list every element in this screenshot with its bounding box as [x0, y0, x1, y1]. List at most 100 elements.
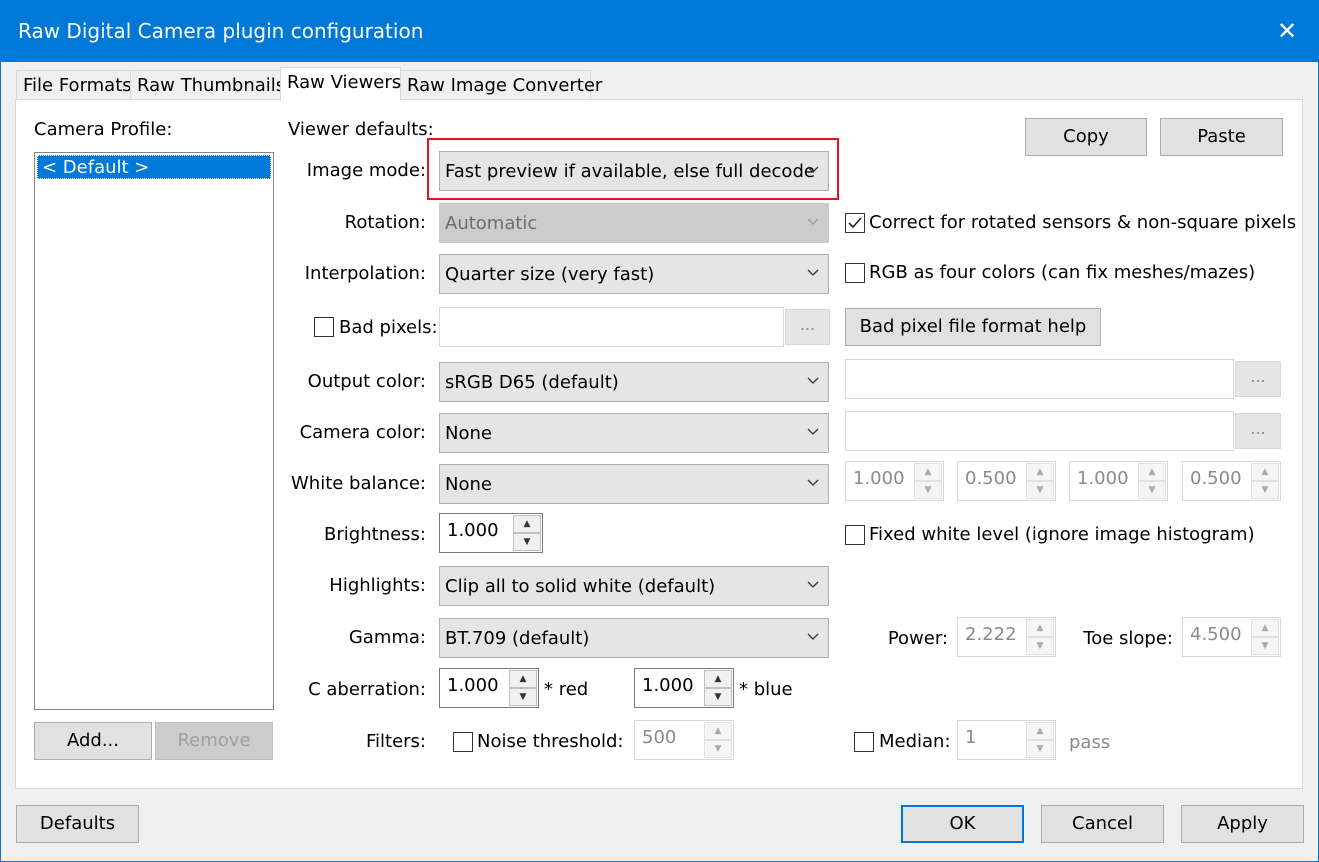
close-icon[interactable]: ✕	[1270, 14, 1304, 48]
wb-multiplier-2[interactable]: 0.500 ▲ ▼	[957, 461, 1056, 501]
chevron-down-icon	[806, 215, 820, 229]
spin-up-icon[interactable]: ▲	[704, 670, 732, 688]
window-title: Raw Digital Camera plugin configuration	[18, 19, 424, 43]
median-spinner[interactable]: 1 ▲ ▼	[957, 720, 1056, 760]
spin-down-icon[interactable]: ▼	[513, 533, 541, 551]
wb-multiplier-4[interactable]: 0.500 ▲ ▼	[1182, 461, 1281, 501]
copy-button[interactable]: Copy	[1025, 118, 1147, 156]
output-color-path-input[interactable]	[845, 359, 1234, 399]
interpolation-label: Interpolation:	[304, 263, 426, 284]
camera-color-value: None	[445, 423, 492, 444]
rgb-four-checkbox[interactable]	[845, 263, 865, 283]
correct-rotated-checkbox[interactable]	[845, 213, 865, 233]
spin-up-icon[interactable]: ▲	[914, 463, 942, 481]
bad-pixels-input[interactable]	[439, 307, 784, 347]
camera-color-browse-button[interactable]: ...	[1235, 413, 1281, 449]
add-button[interactable]: Add...	[34, 722, 152, 760]
gamma-label: Gamma:	[348, 627, 426, 648]
spin-down-icon[interactable]: ▼	[509, 688, 537, 706]
spin-up-icon[interactable]: ▲	[1026, 619, 1054, 637]
spin-up-icon[interactable]: ▲	[513, 515, 541, 533]
brightness-spinner[interactable]: 1.000 ▲ ▼	[439, 513, 543, 553]
spin-up-icon[interactable]: ▲	[1251, 463, 1279, 481]
bad-pixels-checkbox[interactable]	[314, 317, 334, 337]
fixed-white-label[interactable]: Fixed white level (ignore image histogra…	[869, 524, 1255, 545]
checkmark-icon	[848, 217, 862, 229]
paste-button[interactable]: Paste	[1160, 118, 1283, 156]
wb-multiplier-value: 1.000	[853, 468, 905, 489]
spin-down-icon[interactable]: ▼	[1026, 637, 1054, 655]
spin-down-icon[interactable]: ▼	[1026, 481, 1054, 499]
list-item[interactable]: < Default >	[37, 155, 271, 179]
power-label: Power:	[887, 628, 948, 649]
median-checkbox[interactable]	[854, 732, 874, 752]
chevron-down-icon	[806, 374, 820, 388]
defaults-button[interactable]: Defaults	[16, 805, 139, 843]
chevron-down-icon	[806, 425, 820, 439]
spin-up-icon[interactable]: ▲	[509, 670, 537, 688]
power-spinner[interactable]: 2.222 ▲ ▼	[957, 617, 1056, 657]
toe-slope-spinner[interactable]: 4.500 ▲ ▼	[1182, 617, 1281, 657]
chevron-down-icon	[806, 630, 820, 644]
spin-up-icon[interactable]: ▲	[1026, 722, 1054, 740]
rotation-select[interactable]: Automatic	[439, 203, 829, 243]
white-balance-select[interactable]: None	[439, 464, 829, 504]
highlights-label: Highlights:	[329, 575, 426, 596]
camera-color-label: Camera color:	[299, 422, 426, 443]
output-color-select[interactable]: sRGB D65 (default)	[439, 362, 829, 402]
interpolation-value: Quarter size (very fast)	[445, 264, 655, 285]
spin-up-icon[interactable]: ▲	[1138, 463, 1166, 481]
tab-raw-thumbnails[interactable]: Raw Thumbnails	[130, 70, 285, 100]
spin-up-icon[interactable]: ▲	[704, 722, 732, 740]
highlights-select[interactable]: Clip all to solid white (default)	[439, 566, 829, 606]
highlights-value: Clip all to solid white (default)	[445, 576, 716, 597]
bad-pixel-help-button[interactable]: Bad pixel file format help	[845, 308, 1101, 346]
spin-down-icon[interactable]: ▼	[1251, 637, 1279, 655]
cancel-button[interactable]: Cancel	[1041, 805, 1164, 843]
red-label: * red	[544, 679, 589, 700]
spin-up-icon[interactable]: ▲	[1251, 619, 1279, 637]
tab-raw-viewers[interactable]: Raw Viewers	[280, 67, 401, 101]
highlight-box	[427, 138, 839, 200]
interpolation-select[interactable]: Quarter size (very fast)	[439, 254, 829, 294]
camera-color-select[interactable]: None	[439, 413, 829, 453]
wb-multiplier-1[interactable]: 1.000 ▲ ▼	[845, 461, 944, 501]
output-color-browse-button[interactable]: ...	[1235, 361, 1281, 397]
toe-slope-label: Toe slope:	[1083, 628, 1173, 649]
output-color-value: sRGB D65 (default)	[445, 372, 619, 393]
gamma-select[interactable]: BT.709 (default)	[439, 618, 829, 658]
noise-threshold-value: 500	[642, 727, 677, 748]
bad-pixels-label[interactable]: Bad pixels:	[339, 317, 438, 338]
correct-rotated-label[interactable]: Correct for rotated sensors & non-square…	[869, 212, 1296, 233]
noise-threshold-spinner[interactable]: 500 ▲ ▼	[634, 720, 734, 760]
camera-color-path-input[interactable]	[845, 411, 1234, 451]
median-value: 1	[965, 727, 977, 748]
spin-down-icon[interactable]: ▼	[704, 688, 732, 706]
apply-button[interactable]: Apply	[1181, 805, 1304, 843]
spin-up-icon[interactable]: ▲	[1026, 463, 1054, 481]
white-balance-value: None	[445, 474, 492, 495]
bad-pixels-browse-button[interactable]: ...	[785, 309, 830, 345]
ok-button[interactable]: OK	[901, 805, 1024, 843]
spin-down-icon[interactable]: ▼	[1026, 740, 1054, 758]
wb-multiplier-3[interactable]: 1.000 ▲ ▼	[1069, 461, 1168, 501]
noise-threshold-checkbox[interactable]	[453, 732, 473, 752]
c-aberration-label: C aberration:	[308, 679, 426, 700]
tab-raw-image-converter[interactable]: Raw Image Converter	[400, 70, 602, 100]
spin-down-icon[interactable]: ▼	[914, 481, 942, 499]
toe-slope-value: 4.500	[1190, 624, 1242, 645]
blue-label: * blue	[739, 679, 793, 700]
rgb-four-label[interactable]: RGB as four colors (can fix meshes/mazes…	[869, 262, 1255, 283]
c-aberration-red-spinner[interactable]: 1.000 ▲ ▼	[439, 668, 539, 708]
output-color-label: Output color:	[307, 371, 426, 392]
noise-threshold-label[interactable]: Noise threshold:	[477, 731, 624, 752]
spin-down-icon[interactable]: ▼	[1138, 481, 1166, 499]
median-label[interactable]: Median:	[879, 731, 951, 752]
c-aberration-blue-spinner[interactable]: 1.000 ▲ ▼	[634, 668, 734, 708]
spin-down-icon[interactable]: ▼	[704, 740, 732, 758]
chevron-down-icon	[806, 578, 820, 592]
tab-file-formats[interactable]: File Formats	[16, 70, 132, 100]
spin-down-icon[interactable]: ▼	[1251, 481, 1279, 499]
fixed-white-checkbox[interactable]	[845, 525, 865, 545]
camera-profile-list[interactable]: < Default >	[34, 152, 274, 710]
